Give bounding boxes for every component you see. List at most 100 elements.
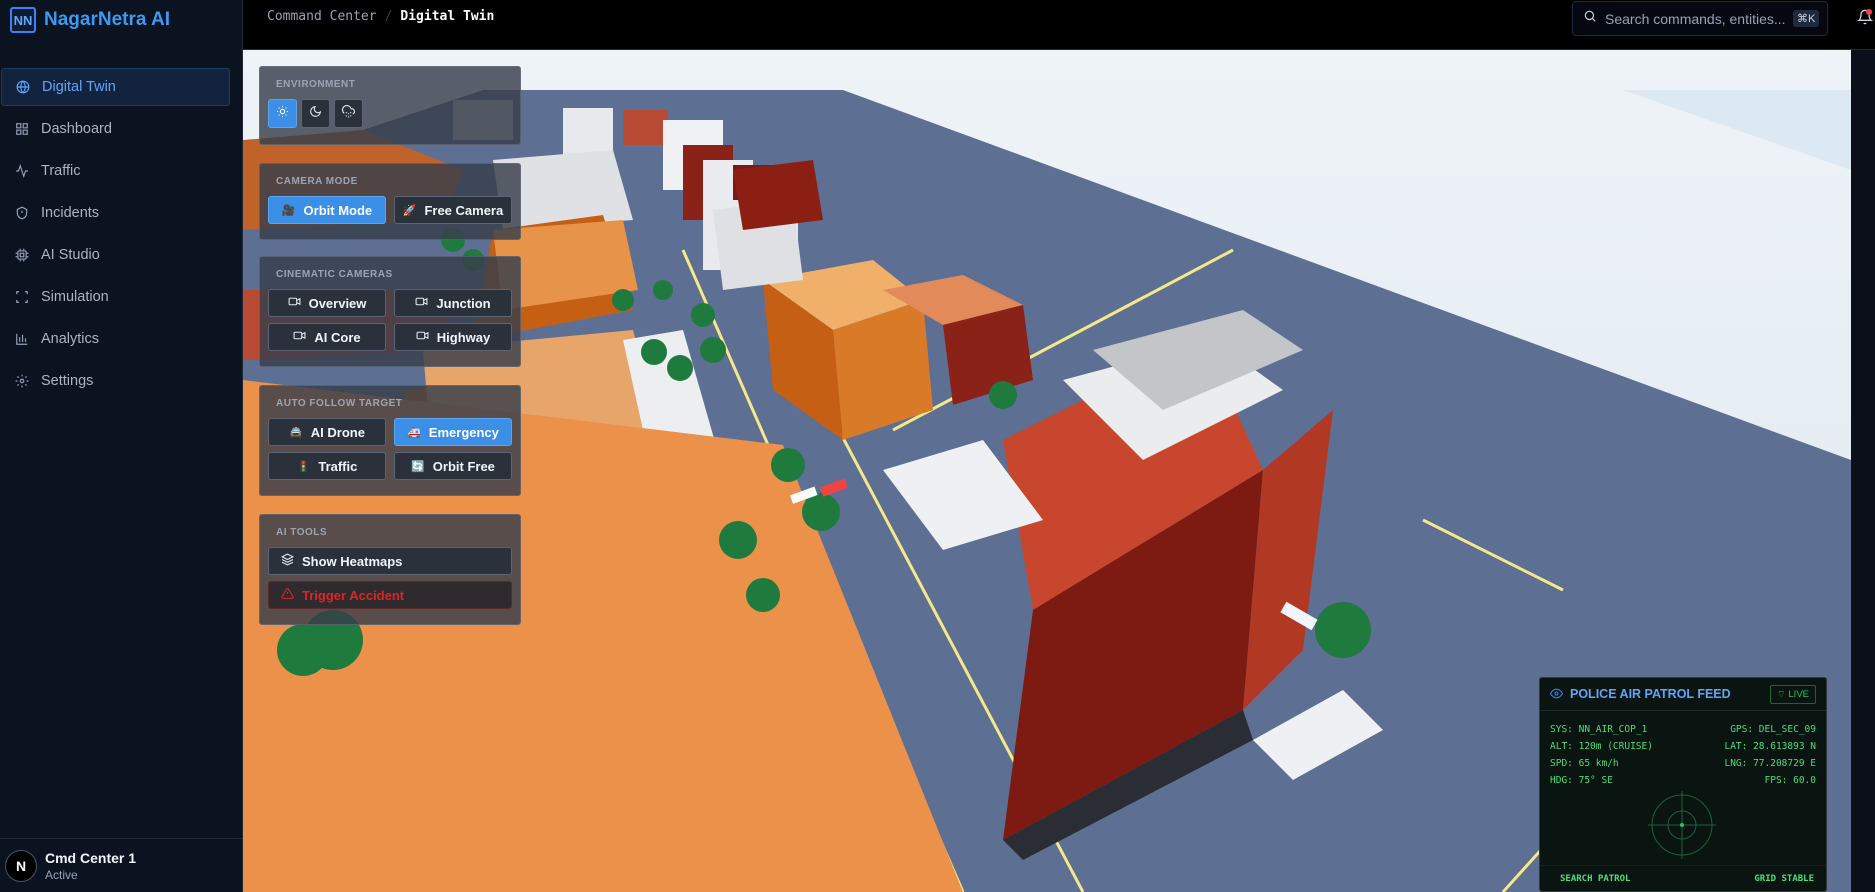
- sidebar-item-label: Simulation: [41, 289, 109, 305]
- button-label: Free Camera: [424, 202, 504, 218]
- button-label: Highway: [436, 329, 491, 345]
- button-label: Trigger Accident: [302, 587, 405, 603]
- bell-icon[interactable]: [1856, 9, 1874, 25]
- video-icon: [293, 329, 306, 345]
- brand[interactable]: NN NagarNetra AI: [0, 0, 242, 40]
- video-icon: [288, 295, 301, 311]
- follow-emergency-button[interactable]: 🚑 Emergency: [394, 418, 512, 446]
- sidebar-nav: Digital Twin Dashboard Traffic Incidents…: [0, 68, 242, 400]
- sidebar-item-label: Dashboard: [41, 121, 112, 137]
- telemetry-alt: ALT: 120m (CRUISE): [1550, 741, 1653, 752]
- orbit-mode-button[interactable]: 🎥 Orbit Mode: [268, 196, 386, 224]
- shield-icon: [15, 206, 29, 220]
- ai-core-camera-button[interactable]: AI Core: [268, 323, 386, 351]
- trigger-accident-button[interactable]: Trigger Accident: [268, 581, 512, 609]
- telemetry-row: HDG: 75° SE FPS: 60.0: [1550, 772, 1816, 789]
- ai-tools-panel: AI Tools Show Heatmaps Trigger Accident: [259, 514, 521, 625]
- sidebar-item-label: AI Studio: [41, 247, 100, 263]
- telemetry-hdg: HDG: 75° SE: [1550, 775, 1613, 786]
- telemetry-gps: GPS: DEL_SEC_09: [1730, 724, 1816, 735]
- telemetry-lng: LNG: 77.208729 E: [1724, 758, 1816, 769]
- junction-camera-button[interactable]: Junction: [394, 289, 512, 317]
- sidebar-item-digital-twin[interactable]: Digital Twin: [1, 68, 230, 106]
- sidebar-item-label: Digital Twin: [42, 79, 116, 95]
- ambulance-icon: 🚑: [407, 426, 421, 439]
- brand-name: NagarNetra AI: [44, 9, 171, 30]
- user-profile[interactable]: N Cmd Center 1 Active: [0, 838, 243, 892]
- gear-icon: [15, 374, 29, 388]
- search-icon: [1583, 9, 1597, 28]
- sun-mode-button[interactable]: [268, 99, 297, 128]
- telemetry-sys: SYS: NN_AIR_COP_1: [1550, 724, 1648, 735]
- brand-logo: NN: [10, 7, 36, 33]
- sidebar-item-label: Settings: [41, 373, 94, 389]
- feed-title: POLICE AIR PATROL FEED: [1570, 687, 1731, 701]
- search-shortcut: ⌘K: [1793, 10, 1820, 27]
- live-label: LIVE: [1788, 688, 1809, 700]
- button-label: Orbit Free: [432, 458, 495, 474]
- follow-ai-drone-button[interactable]: 🚔 AI Drone: [268, 418, 386, 446]
- sidebar-item-traffic[interactable]: Traffic: [0, 152, 229, 190]
- live-badge: ⌔ LIVE: [1769, 684, 1816, 704]
- telemetry-row: SYS: NN_AIR_COP_1 GPS: DEL_SEC_09: [1550, 721, 1816, 738]
- warning-icon: [281, 587, 294, 603]
- telemetry-row: ALT: 120m (CRUISE) LAT: 28.613893 N: [1550, 738, 1816, 755]
- camera-mode-panel: Camera Mode 🎥 Orbit Mode 🚀 Free Camera: [259, 163, 521, 240]
- rain-mode-button[interactable]: [334, 99, 363, 128]
- button-label: Show Heatmaps: [302, 553, 403, 569]
- telemetry-row: SPD: 65 km/h LNG: 77.208729 E: [1550, 755, 1816, 772]
- sidebar-item-dashboard[interactable]: Dashboard: [0, 110, 229, 148]
- cinematic-cameras-panel: Cinematic Cameras Overview Junction AI C…: [259, 256, 521, 367]
- wifi-icon: ⌔: [1776, 688, 1786, 700]
- sidebar-item-ai-studio[interactable]: AI Studio: [0, 236, 229, 274]
- sidebar-item-label: Traffic: [41, 163, 81, 179]
- scan-icon: [15, 290, 29, 304]
- orbit-free-button[interactable]: 🔄 Orbit Free: [394, 452, 512, 480]
- button-label: AI Drone: [310, 424, 365, 440]
- overview-camera-button[interactable]: Overview: [268, 289, 386, 317]
- panel-title: AI Tools: [276, 527, 328, 538]
- topbar: Command Center / Digital Twin Search com…: [243, 0, 1875, 50]
- auto-follow-panel: Auto Follow Target 🚔 AI Drone 🚑 Emergenc…: [259, 385, 521, 496]
- grid-icon: [15, 122, 29, 136]
- camera-icon: 🎥: [281, 204, 296, 217]
- panel-title: Environment: [276, 79, 356, 90]
- search-input[interactable]: Search commands, entities... ⌘K: [1572, 1, 1828, 36]
- breadcrumb-item-command-center[interactable]: Command Center: [267, 9, 377, 24]
- patrol-status: SEARCH PATROL: [1560, 873, 1631, 884]
- eye-icon: [1549, 685, 1564, 704]
- sidebar: NN NagarNetra AI Digital Twin Dashboard …: [0, 0, 243, 892]
- sidebar-item-label: Analytics: [41, 331, 100, 347]
- free-camera-button[interactable]: 🚀 Free Camera: [394, 196, 512, 224]
- button-label: Emergency: [428, 424, 499, 440]
- show-heatmaps-button[interactable]: Show Heatmaps: [268, 547, 512, 575]
- button-label: Junction: [436, 295, 491, 311]
- search-placeholder: Search commands, entities...: [1605, 10, 1785, 27]
- button-label: Overview: [308, 295, 367, 311]
- telemetry-fps: FPS: 60.0: [1764, 775, 1816, 786]
- air-patrol-feed[interactable]: POLICE AIR PATROL FEED ⌔ LIVE SYS: NN_AI…: [1539, 677, 1827, 892]
- telemetry-grid: SYS: NN_AIR_COP_1 GPS: DEL_SEC_09 ALT: 1…: [1540, 711, 1826, 859]
- panel-title: Camera Mode: [276, 176, 358, 187]
- sidebar-item-label: Incidents: [41, 205, 100, 221]
- breadcrumb-separator: /: [384, 9, 393, 24]
- video-icon: [415, 295, 428, 311]
- environment-panel: Environment: [259, 66, 521, 145]
- night-mode-button[interactable]: [301, 99, 330, 128]
- panel-title: Cinematic Cameras: [276, 269, 393, 280]
- breadcrumb-item-digital-twin: Digital Twin: [400, 9, 495, 24]
- sidebar-item-settings[interactable]: Settings: [0, 362, 229, 400]
- activity-icon: [15, 164, 29, 178]
- telemetry-spd: SPD: 65 km/h: [1550, 758, 1619, 769]
- user-status: Active: [45, 867, 78, 882]
- bar-chart-icon: [15, 332, 29, 346]
- sidebar-item-analytics[interactable]: Analytics: [0, 320, 229, 358]
- cpu-icon: [15, 248, 29, 262]
- highway-camera-button[interactable]: Highway: [394, 323, 512, 351]
- crosshair-icon: [1648, 791, 1716, 859]
- notification-dot: [1866, 9, 1872, 15]
- sidebar-item-incidents[interactable]: Incidents: [0, 194, 229, 232]
- follow-traffic-button[interactable]: 🚦 Traffic: [268, 452, 386, 480]
- button-label: AI Core: [314, 329, 361, 345]
- sidebar-item-simulation[interactable]: Simulation: [0, 278, 229, 316]
